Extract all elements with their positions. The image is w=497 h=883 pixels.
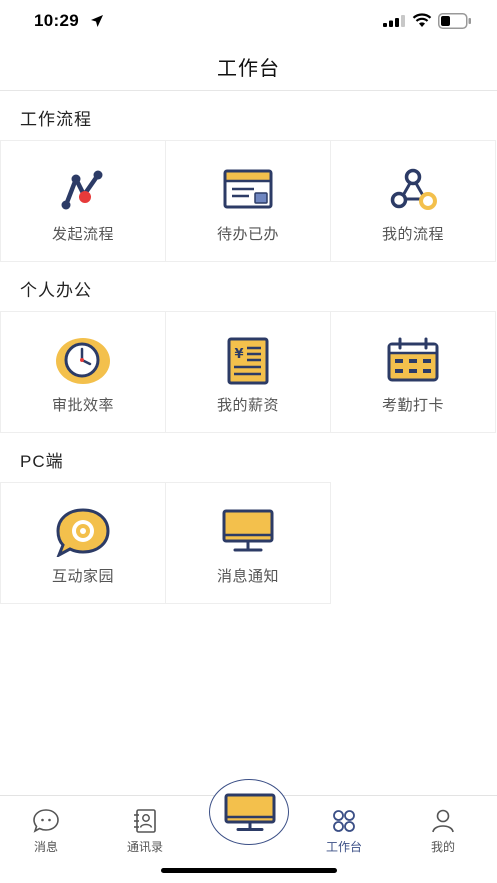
- svg-text:¥: ¥: [234, 347, 243, 362]
- cellular-signal-icon: [383, 15, 405, 27]
- grid-item-label: 审批效率: [51, 397, 114, 414]
- tab-label: 消息: [33, 840, 58, 854]
- section-title-personal-office: 个人办公: [20, 281, 92, 300]
- calendar-icon: [387, 337, 439, 382]
- salary-document-icon: ¥: [227, 337, 269, 385]
- workbench-grid-icon: [333, 810, 355, 832]
- tab-profile[interactable]: 我的: [403, 804, 483, 854]
- status-time: 10:29: [34, 11, 79, 30]
- workflow-grid: 发起流程 待办已办 我的流程: [0, 140, 497, 262]
- grid-item-attendance[interactable]: 考勤打卡: [330, 311, 496, 433]
- grid-item-label: 消息通知: [216, 568, 279, 585]
- pc-grid: 互动家园 消息通知: [0, 482, 497, 604]
- grid-item-start-process[interactable]: 发起流程: [0, 140, 166, 262]
- status-bar: 10:29: [0, 0, 497, 44]
- tab-label: 我的: [430, 840, 455, 854]
- home-indicator: [161, 868, 337, 873]
- tab-messages[interactable]: 消息: [6, 804, 86, 854]
- tab-workbench[interactable]: 工作台: [304, 804, 384, 854]
- tab-contacts[interactable]: 通讯录: [105, 804, 185, 854]
- grid-item-pending-done[interactable]: 待办已办: [165, 140, 331, 262]
- task-card-icon: [223, 169, 273, 209]
- grid-item-approval-efficiency[interactable]: 审批效率: [0, 311, 166, 433]
- flow-chart-icon: [61, 170, 103, 210]
- battery-icon: [438, 13, 471, 29]
- tab-label: 通讯录: [126, 840, 163, 854]
- header-divider: [0, 90, 497, 91]
- clock-icon: [56, 338, 110, 384]
- grid-item-interactive-home[interactable]: 互动家园: [0, 482, 166, 604]
- grid-item-label: 互动家园: [51, 568, 114, 585]
- profile-icon: [432, 809, 454, 833]
- page-title: 工作台: [217, 58, 280, 80]
- location-arrow-icon: [91, 15, 103, 27]
- monitor-icon: [222, 509, 274, 552]
- grid-item-label: 我的流程: [381, 226, 444, 243]
- grid-item-label: 待办已办: [216, 226, 279, 243]
- grid-item-label: 发起流程: [51, 226, 114, 243]
- grid-item-label: 考勤打卡: [381, 397, 444, 414]
- process-circles-icon: [390, 168, 437, 210]
- tab-label: 工作台: [325, 840, 362, 854]
- grid-item-my-salary[interactable]: ¥ 我的薪资: [165, 311, 331, 433]
- grid-item-message-notice[interactable]: 消息通知: [165, 482, 331, 604]
- chat-bubble-icon: [56, 508, 110, 557]
- center-workbench-button[interactable]: [209, 779, 289, 845]
- section-title-workflow: 工作流程: [20, 110, 92, 129]
- grid-item-my-process[interactable]: 我的流程: [330, 140, 496, 262]
- contacts-icon: [134, 809, 156, 833]
- grid-item-label: 我的薪资: [216, 397, 279, 414]
- wifi-icon: [412, 13, 432, 27]
- section-title-pc: PC端: [20, 452, 64, 471]
- message-bubble-icon: [33, 809, 59, 833]
- personal-office-grid: 审批效率 ¥ 我的薪资 考勤打卡: [0, 311, 497, 433]
- monitor-icon: [224, 793, 276, 831]
